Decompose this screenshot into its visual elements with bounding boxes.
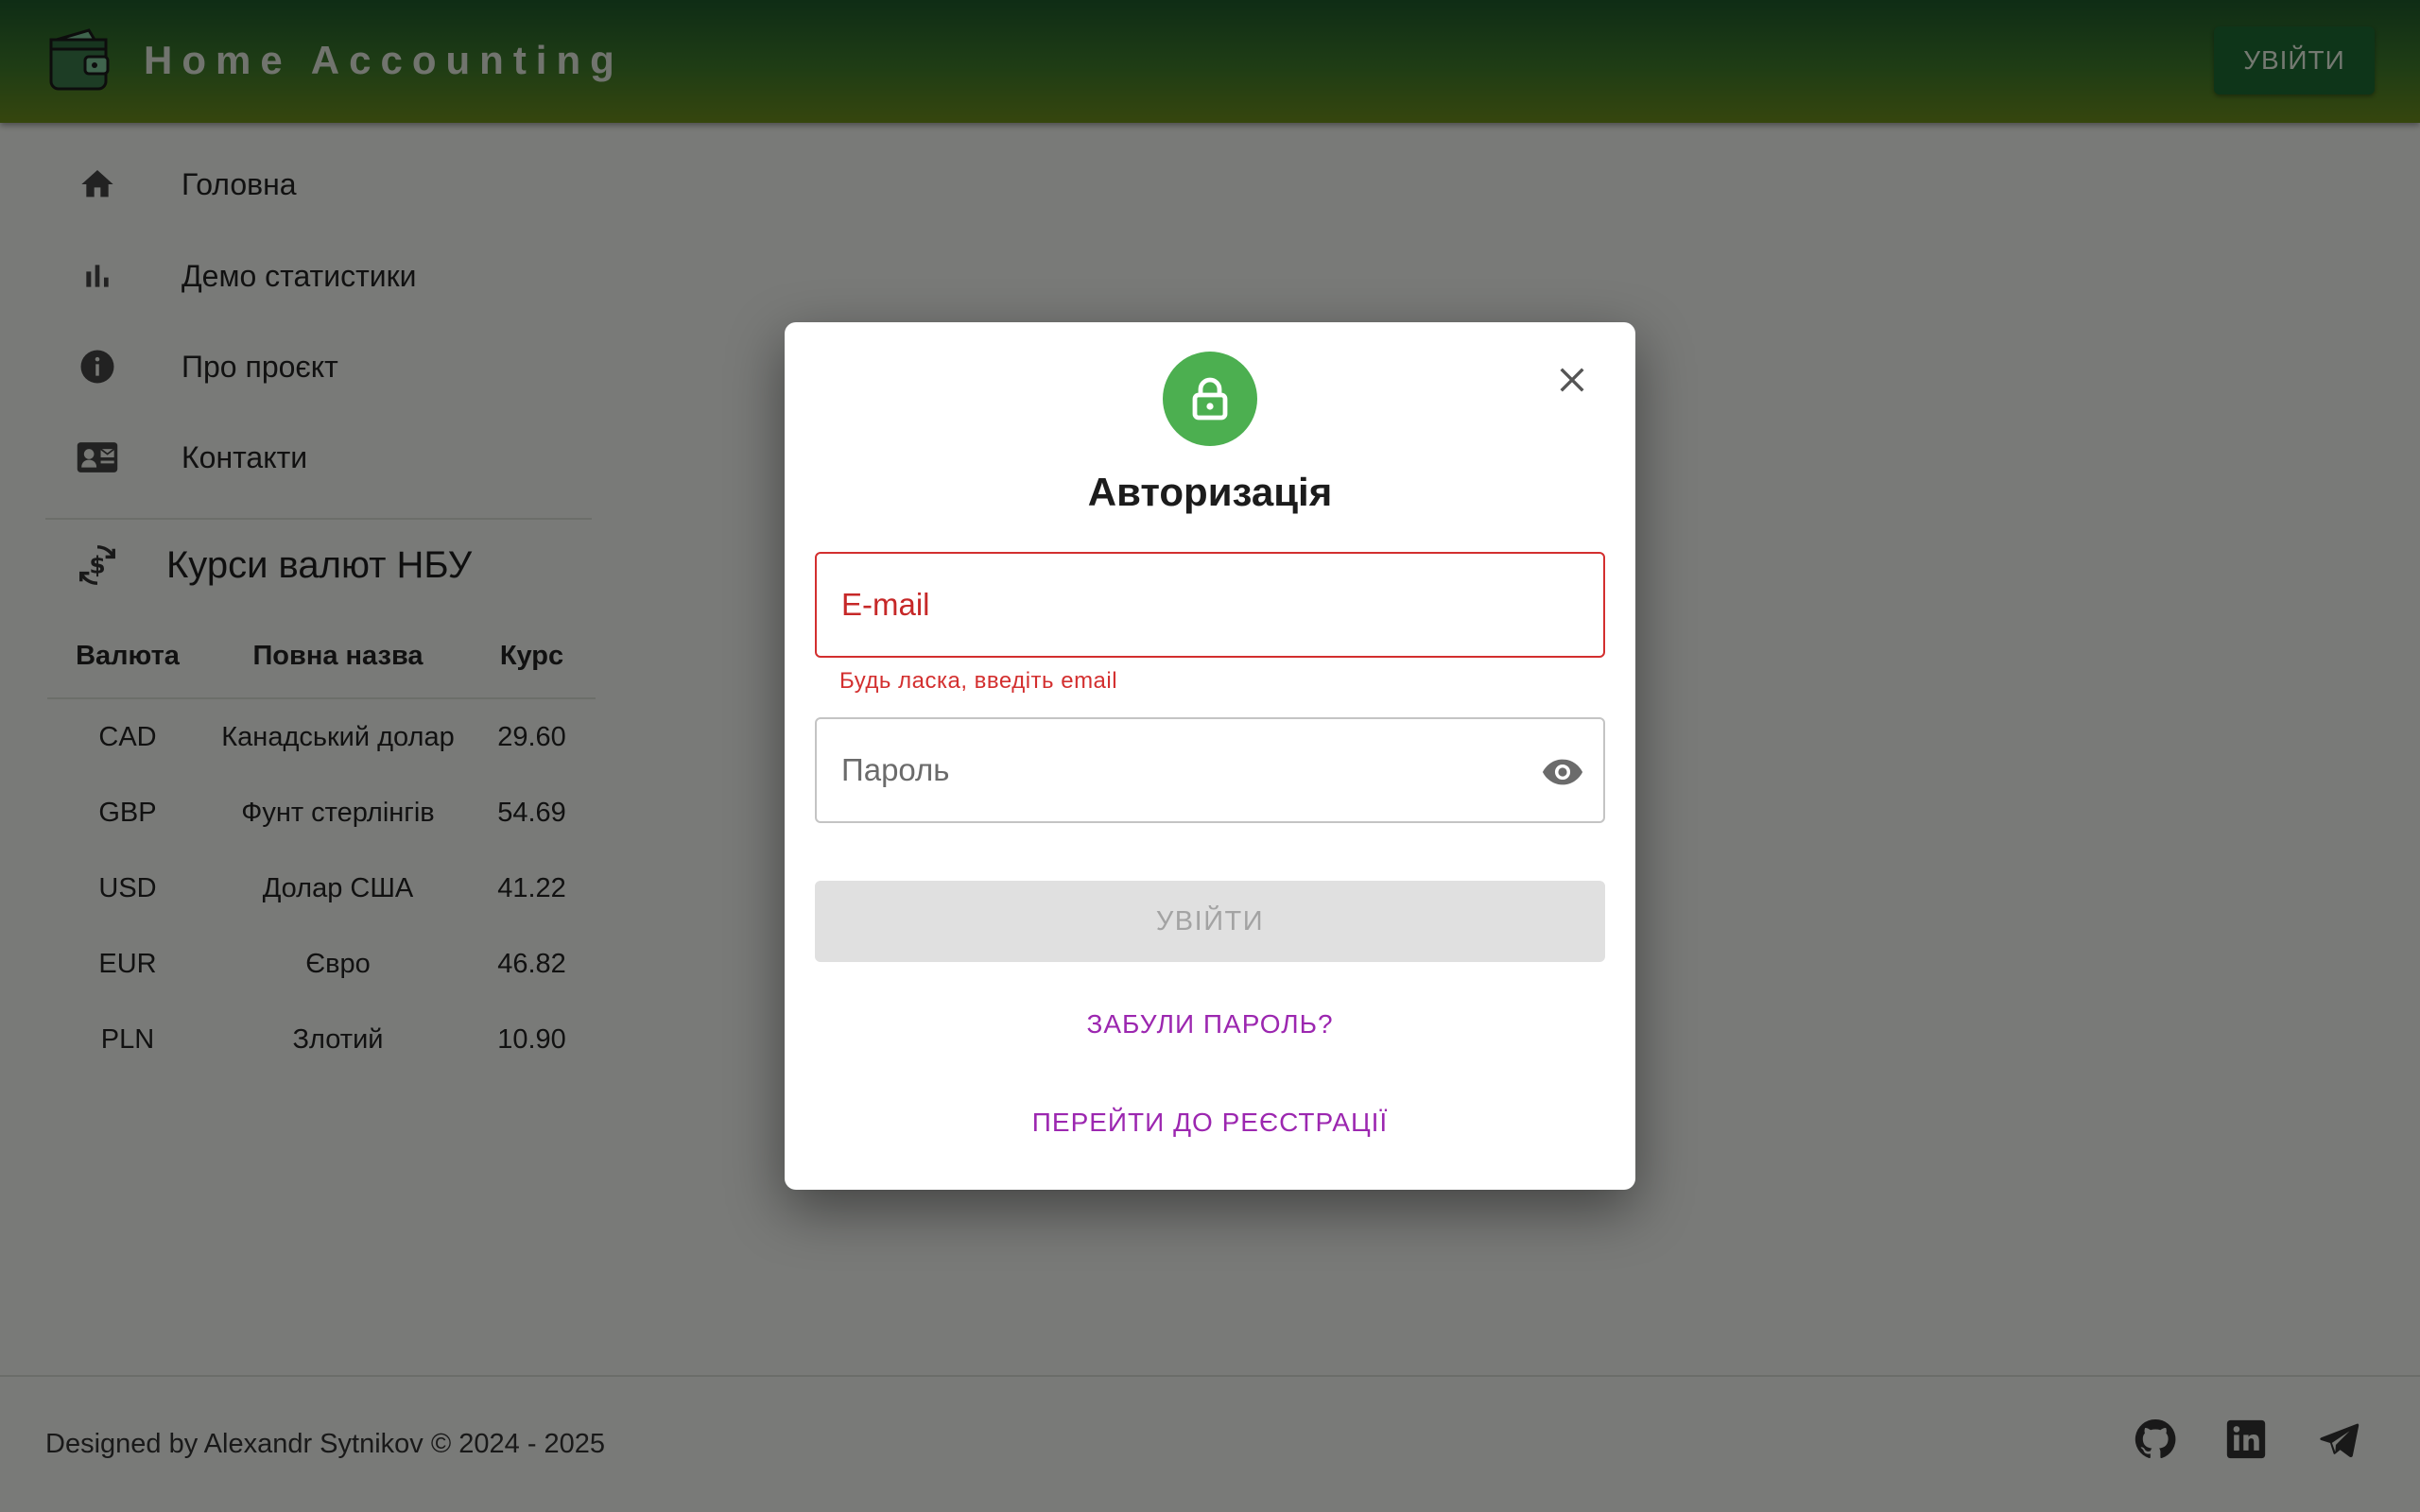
go-to-registration-link[interactable]: ПЕРЕЙТИ ДО РЕЄСТРАЦІЇ [785, 1108, 1635, 1138]
lock-icon [1163, 352, 1257, 446]
close-icon[interactable] [1550, 358, 1594, 402]
email-input[interactable] [817, 554, 1603, 656]
show-password-icon[interactable] [1540, 749, 1585, 795]
modal-title: Авторизація [1087, 470, 1333, 514]
email-field [815, 552, 1605, 658]
login-modal: Авторизація Будь ласка, введіть email УВ… [785, 322, 1635, 1190]
password-field [815, 717, 1605, 823]
password-input[interactable] [817, 719, 1603, 821]
forgot-password-link[interactable]: ЗАБУЛИ ПАРОЛЬ? [785, 1009, 1635, 1040]
email-error-text: Будь ласка, введіть email [839, 668, 1118, 694]
app-root: Home Accounting УВІЙТИ Головна Демо стат… [0, 0, 2420, 1512]
submit-login-button[interactable]: УВІЙТИ [815, 881, 1605, 962]
